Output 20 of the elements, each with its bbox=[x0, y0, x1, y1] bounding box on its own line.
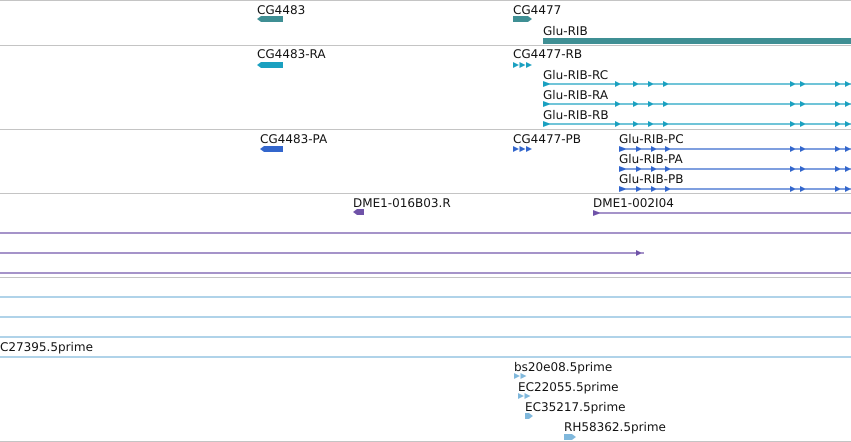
feature-label: CG4483-RA bbox=[257, 47, 326, 61]
feature-label: C27395.5prime bbox=[0, 340, 93, 354]
feature-label: CG4483 bbox=[257, 3, 306, 17]
feature-label: DME1-002I04 bbox=[593, 196, 674, 210]
feature-label: RH58362.5prime bbox=[564, 420, 666, 434]
feature-label: Glu-RIB-RB bbox=[543, 108, 609, 122]
feature-label: EC35217.5prime bbox=[525, 400, 626, 414]
feature-label: CG4483-PA bbox=[260, 132, 328, 146]
feature-label: Glu-RIB-RA bbox=[543, 88, 608, 102]
feature-label: CG4477-PB bbox=[513, 132, 582, 146]
feature-label: Glu-RIB-RC bbox=[543, 68, 608, 82]
feature-label: Glu-RIB-PC bbox=[619, 132, 684, 146]
feature-label: EC22055.5prime bbox=[518, 380, 619, 394]
feature-label: Glu-RIB-PA bbox=[619, 152, 683, 166]
feature-label: Glu-RIB-PB bbox=[619, 172, 684, 186]
feature-label: CG4477-RB bbox=[513, 47, 582, 61]
feature-label: CG4477 bbox=[513, 3, 562, 17]
feature-label: DME1-016B03.R bbox=[353, 196, 451, 210]
feature-label: bs20e08.5prime bbox=[514, 360, 612, 374]
feature-label: Glu-RIB bbox=[543, 24, 588, 38]
